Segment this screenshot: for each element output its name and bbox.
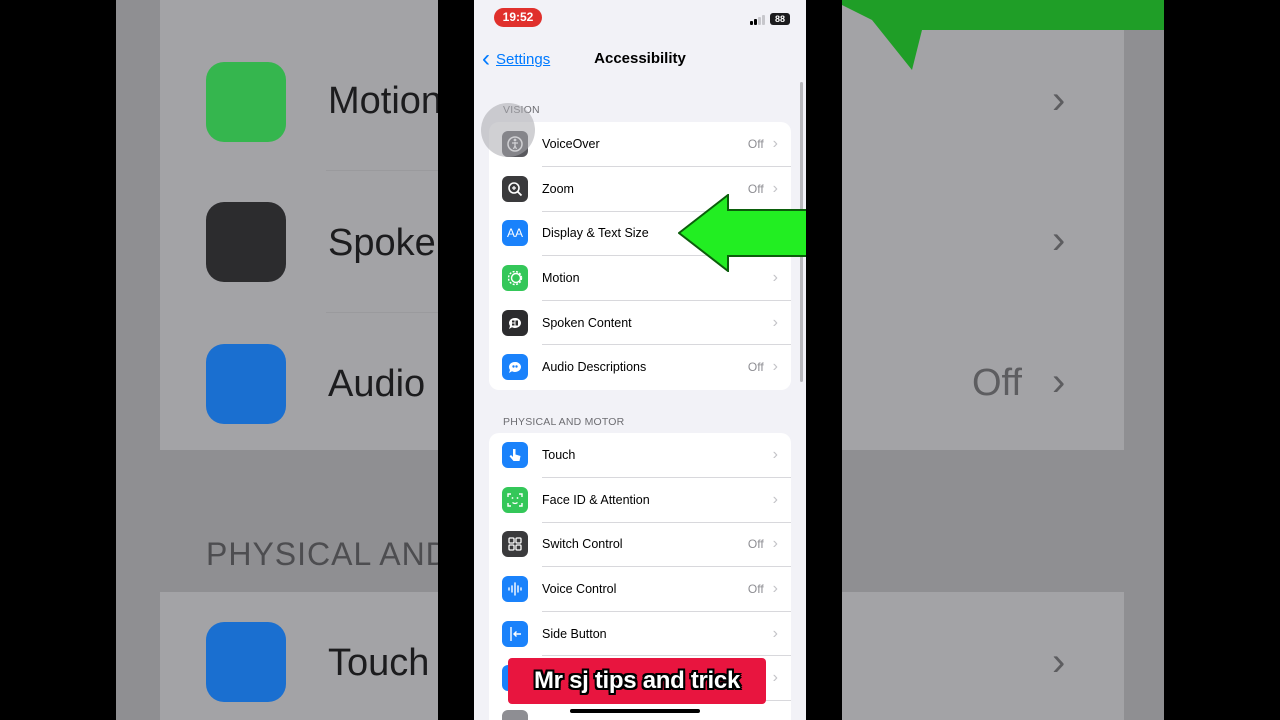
row-audio-descriptions[interactable]: Audio Descriptions Off › (489, 345, 791, 390)
row-spoken-content[interactable]: Spoken Content › (489, 300, 791, 345)
chevron-right-icon: › (772, 580, 778, 598)
face-id-icon (502, 486, 528, 513)
chevron-right-icon: › (772, 358, 778, 376)
zoom-icon (502, 175, 528, 202)
chevron-right-icon: › (772, 135, 778, 153)
motion-icon (502, 265, 528, 292)
row-label: Side Button (542, 626, 607, 641)
divider (326, 312, 438, 313)
background-zoom-left: Motion Spoke Audio Touch PHYSICAL AND (116, 0, 438, 720)
watermark-text: Mr sj tips and trick (533, 667, 741, 694)
background-label: Touch (328, 642, 430, 684)
row-value: Off (747, 537, 764, 552)
row-voice-control[interactable]: Voice Control Off › (489, 567, 791, 612)
chevron-right-icon: › (772, 624, 778, 642)
background-label: Spoke (328, 222, 436, 264)
background-value: Off (972, 362, 1022, 404)
audio-descriptions-icon (206, 344, 286, 424)
audio-descriptions-icon (502, 354, 528, 381)
touch-icon (206, 622, 286, 702)
background-label: Motion (328, 80, 438, 122)
background-zoom-right: › › › › Off (842, 0, 1164, 720)
row-label: Motion (542, 271, 580, 286)
row-side-button[interactable]: Side Button › (489, 611, 791, 656)
chevron-right-icon: › (772, 535, 778, 553)
touch-indicator (481, 103, 535, 157)
row-label: VoiceOver (542, 137, 600, 152)
row-value: Off (747, 360, 764, 375)
row-label: Switch Control (542, 537, 623, 552)
chevron-right-icon: › (772, 669, 778, 687)
text-size-icon: AA (502, 220, 528, 247)
watermark-banner: Mr sj tips and trick (508, 658, 766, 704)
switch-control-icon (502, 531, 528, 558)
chevron-right-icon: › (1052, 640, 1066, 684)
section-header-physical-motor: PHYSICAL AND MOTOR (503, 416, 625, 428)
row-switch-control[interactable]: Switch Control Off › (489, 522, 791, 567)
row-value: Off (747, 582, 764, 597)
chevron-right-icon: › (1052, 78, 1066, 122)
row-value: Off (747, 137, 764, 152)
chevron-right-icon: › (772, 269, 778, 287)
signal-icon (750, 14, 766, 25)
green-arrow-annotation (678, 194, 806, 272)
row-label: Voice Control (542, 582, 617, 597)
page-title: Accessibility (594, 50, 686, 67)
row-touch[interactable]: Touch › (489, 433, 791, 478)
remote-icon (502, 709, 528, 720)
battery-icon: 88 (770, 13, 790, 25)
status-time: 19:52 (494, 8, 542, 27)
motion-icon (206, 62, 286, 142)
row-label: Audio Descriptions (542, 360, 647, 375)
side-button-icon (502, 620, 528, 647)
row-label: Spoken Content (542, 315, 632, 330)
spoken-content-icon (206, 202, 286, 282)
row-label: Face ID & Attention (542, 492, 650, 507)
right-black-bar (1164, 0, 1280, 720)
row-face-id-attention[interactable]: Face ID & Attention › (489, 478, 791, 523)
black-separator (438, 0, 474, 720)
spoken-content-icon (502, 309, 528, 336)
touch-icon (502, 442, 528, 469)
chevron-right-icon: › (1052, 360, 1066, 404)
background-card (842, 592, 1124, 720)
background-arrow (842, 0, 1164, 70)
background-label: Audio (328, 363, 426, 405)
chevron-right-icon: › (772, 490, 778, 508)
left-black-bar (0, 0, 116, 720)
phone-screen: 19:52 88 ‹ Settings Accessibility VISION… (474, 0, 806, 720)
home-indicator[interactable] (570, 709, 700, 713)
chevron-right-icon: › (1052, 218, 1066, 262)
chevron-right-icon: › (772, 446, 778, 464)
voice-control-icon (502, 576, 528, 603)
chevron-right-icon: › (772, 313, 778, 331)
background-section-header: PHYSICAL AND (206, 536, 438, 572)
black-separator (806, 0, 842, 720)
divider (326, 170, 438, 171)
row-label: Touch (542, 448, 576, 463)
